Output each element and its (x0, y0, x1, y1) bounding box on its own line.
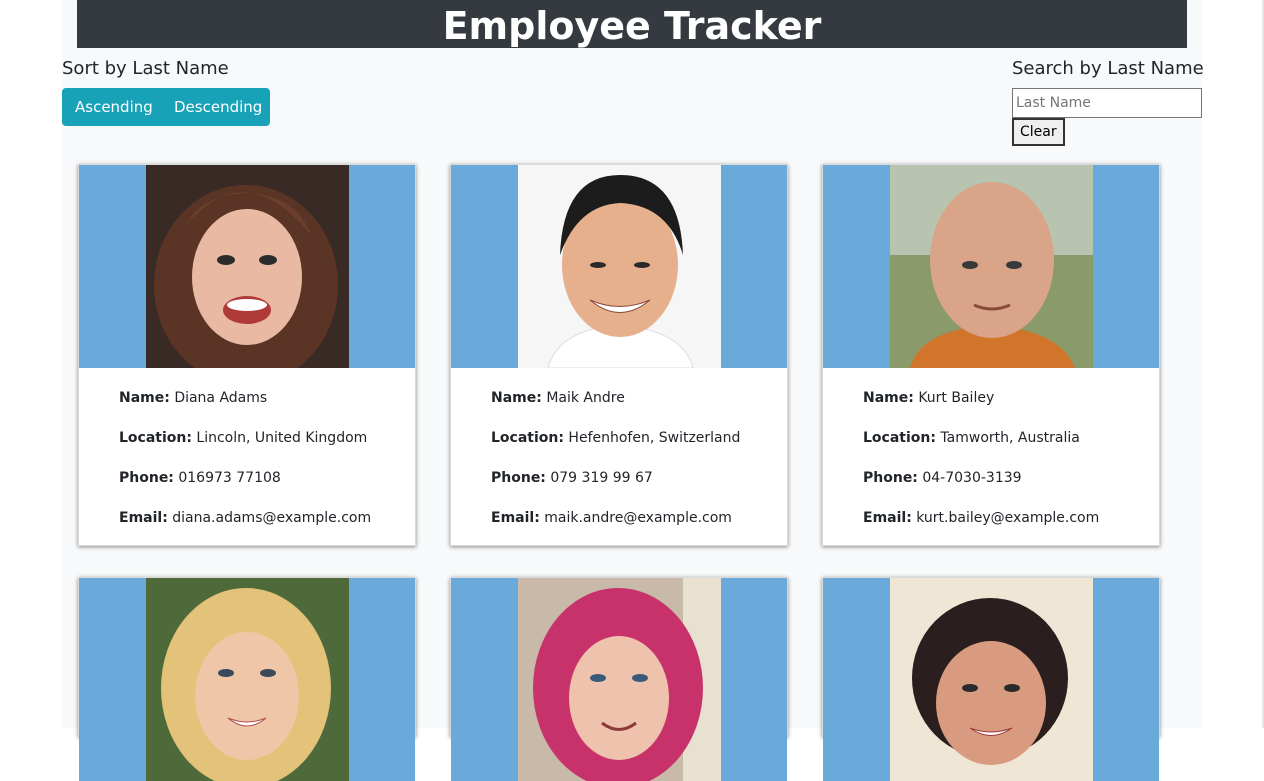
card-body: Name: Diana Adams Location: Lincoln, Uni… (79, 368, 415, 545)
avatar (518, 165, 721, 368)
photo-panel (823, 578, 1159, 781)
location-value: Hefenhofen, Switzerland (568, 430, 741, 446)
sort-descending-button[interactable]: Descending (161, 88, 270, 126)
avatar-woman-blonde-icon (146, 578, 349, 781)
employee-location: Location: Tamworth, Australia (863, 428, 1159, 448)
employee-name: Name: Maik Andre (491, 388, 787, 408)
phone-value: 04-7030-3139 (922, 470, 1022, 486)
email-label: Email: (119, 510, 168, 526)
avatar-man-bald-icon (890, 165, 1093, 368)
name-label: Name: (491, 390, 542, 406)
employee-email: Email: maik.andre@example.com (491, 508, 787, 528)
clear-search-button[interactable]: Clear (1012, 118, 1065, 146)
card-body: Name: Maik Andre Location: Hefenhofen, S… (451, 368, 787, 545)
search-section: Search by Last Name Clear (1012, 56, 1204, 146)
avatar-woman-brown-hair-icon (146, 165, 349, 368)
location-label: Location: (491, 430, 564, 446)
photo-panel (451, 578, 787, 781)
avatar-woman-dark-hair-icon (890, 578, 1093, 781)
email-label: Email: (491, 510, 540, 526)
name-label: Name: (863, 390, 914, 406)
avatar (146, 165, 349, 368)
location-label: Location: (119, 430, 192, 446)
sort-ascending-button[interactable]: Ascending (62, 88, 161, 126)
employee-card: Name: Maik Andre Location: Hefenhofen, S… (450, 164, 788, 546)
app-header: Employee Tracker (77, 0, 1187, 48)
photo-panel (79, 165, 415, 368)
avatar-man-black-hair-icon (518, 165, 721, 368)
employee-card: Name: Diana Adams Location: Lincoln, Uni… (78, 164, 416, 546)
card-body: Name: Kurt Bailey Location: Tamworth, Au… (823, 368, 1159, 545)
employee-location: Location: Lincoln, United Kingdom (119, 428, 415, 448)
employee-card (450, 577, 788, 781)
email-value: diana.adams@example.com (172, 510, 372, 526)
phone-value: 079 319 99 67 (550, 470, 653, 486)
avatar-woman-pink-hair-icon (518, 578, 721, 781)
email-value: maik.andre@example.com (544, 510, 732, 526)
employee-phone: Phone: 079 319 99 67 (491, 468, 787, 488)
sort-button-group: Ascending Descending (62, 88, 270, 126)
page-title: Employee Tracker (442, 4, 822, 48)
phone-label: Phone: (863, 470, 918, 486)
employee-email: Email: diana.adams@example.com (119, 508, 415, 528)
phone-label: Phone: (119, 470, 174, 486)
search-title: Search by Last Name (1012, 58, 1204, 79)
avatar (518, 578, 721, 781)
location-value: Lincoln, United Kingdom (196, 430, 368, 446)
name-value: Maik Andre (546, 390, 625, 406)
employee-phone: Phone: 016973 77108 (119, 468, 415, 488)
phone-label: Phone: (491, 470, 546, 486)
sort-section: Sort by Last Name Ascending Descending (62, 56, 270, 126)
email-value: kurt.bailey@example.com (916, 510, 1100, 526)
location-value: Tamworth, Australia (940, 430, 1080, 446)
photo-panel (451, 165, 787, 368)
name-label: Name: (119, 390, 170, 406)
employee-name: Name: Kurt Bailey (863, 388, 1159, 408)
employee-name: Name: Diana Adams (119, 388, 415, 408)
employee-phone: Phone: 04-7030-3139 (863, 468, 1159, 488)
photo-panel (79, 578, 415, 781)
employee-card (78, 577, 416, 781)
name-value: Diana Adams (174, 390, 268, 406)
employee-location: Location: Hefenhofen, Switzerland (491, 428, 787, 448)
employee-email: Email: kurt.bailey@example.com (863, 508, 1159, 528)
avatar (890, 165, 1093, 368)
sort-title: Sort by Last Name (62, 58, 229, 79)
email-label: Email: (863, 510, 912, 526)
photo-panel (823, 165, 1159, 368)
phone-value: 016973 77108 (178, 470, 281, 486)
employee-card: Name: Kurt Bailey Location: Tamworth, Au… (822, 164, 1160, 546)
location-label: Location: (863, 430, 936, 446)
name-value: Kurt Bailey (918, 390, 995, 406)
employee-card (822, 577, 1160, 781)
avatar (890, 578, 1093, 781)
avatar (146, 578, 349, 781)
last-name-search-input[interactable] (1012, 88, 1202, 118)
